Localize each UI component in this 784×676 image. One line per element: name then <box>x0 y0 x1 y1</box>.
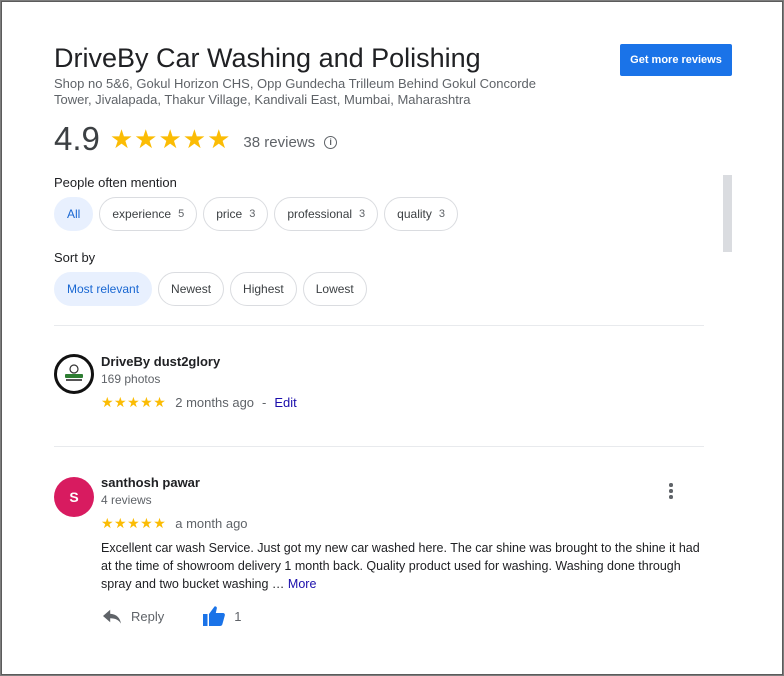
avatar[interactable]: S <box>54 477 94 517</box>
chip-all[interactable]: All <box>54 197 94 231</box>
reply-label: Reply <box>131 608 165 624</box>
reply-icon <box>103 609 121 624</box>
reviewer-name[interactable]: santhosh pawar <box>101 475 200 490</box>
business-address: Shop no 5&6, Gokul Horizon CHS, Opp Gund… <box>54 76 536 107</box>
review-actions: Reply 1 <box>101 605 241 627</box>
logo-icon <box>60 360 88 388</box>
chip-count: 3 <box>249 208 256 220</box>
review-body: Excellent car wash Service. Just got my … <box>101 541 700 591</box>
reviewer-photos: 169 photos <box>101 372 161 386</box>
reviews-dialog: DriveBy Car Washing and Polishing Shop n… <box>0 0 784 676</box>
divider <box>54 325 704 326</box>
sort-lowest[interactable]: Lowest <box>302 272 367 306</box>
avatar[interactable] <box>54 354 94 394</box>
chip-label: price <box>216 207 243 221</box>
chip-count: 5 <box>178 208 185 220</box>
rating-stars: ★★★★★ <box>109 123 232 154</box>
get-more-reviews-button[interactable]: Get more reviews <box>620 44 732 76</box>
review-text: Excellent car wash Service. Just got my … <box>101 539 706 593</box>
sort-label: Sort by <box>54 250 96 265</box>
thumbs-up-icon <box>203 606 226 626</box>
sort-most-relevant[interactable]: Most relevant <box>54 272 153 306</box>
separator: - <box>262 395 267 410</box>
edit-link[interactable]: Edit <box>274 395 296 410</box>
review-time: a month ago <box>175 516 248 531</box>
sort-newest[interactable]: Newest <box>158 272 225 306</box>
reviewer-name[interactable]: DriveBy dust2glory <box>101 354 220 369</box>
rating-value: 4.9 <box>54 120 100 157</box>
chip-label: experience <box>112 207 172 221</box>
rating-summary: 4.9 ★★★★★ 38 reviews i <box>54 119 338 159</box>
sort-highest[interactable]: Highest <box>230 272 297 306</box>
chip-label: All <box>67 207 81 221</box>
mentions-label: People often mention <box>54 175 177 190</box>
like-button[interactable]: 1 <box>202 605 241 627</box>
review-meta: ★★★★★ a month ago <box>101 515 248 532</box>
scrollbar-thumb[interactable] <box>723 175 732 252</box>
chip-professional[interactable]: professional 3 <box>274 197 379 231</box>
chip-label: professional <box>287 207 353 221</box>
chip-price[interactable]: price 3 <box>203 197 269 231</box>
chip-count: 3 <box>438 208 445 220</box>
info-icon[interactable]: i <box>324 135 338 149</box>
divider <box>54 446 704 447</box>
sort-options: Most relevant Newest Highest Lowest <box>54 272 373 306</box>
mention-chips: All experience 5 price 3 professional 3 qua… <box>54 197 464 231</box>
chip-experience[interactable]: experience 5 <box>99 197 198 231</box>
review-count: 38 reviews <box>243 133 316 151</box>
more-vert-icon[interactable] <box>661 481 681 501</box>
chip-count: 3 <box>359 208 366 220</box>
like-count: 1 <box>234 608 242 624</box>
review-meta: ★★★★★ 2 months ago - Edit <box>101 394 297 411</box>
reply-button[interactable]: Reply <box>101 607 164 625</box>
review-time: 2 months ago <box>175 395 255 410</box>
reviewer-review-count: 4 reviews <box>101 493 152 507</box>
review-stars: ★★★★★ <box>101 515 167 531</box>
business-name: DriveBy Car Washing and Polishing <box>54 43 481 73</box>
chip-label: quality <box>397 207 432 221</box>
review-stars: ★★★★★ <box>101 394 167 410</box>
chip-quality[interactable]: quality 3 <box>384 197 458 231</box>
more-link[interactable]: More <box>288 577 316 591</box>
